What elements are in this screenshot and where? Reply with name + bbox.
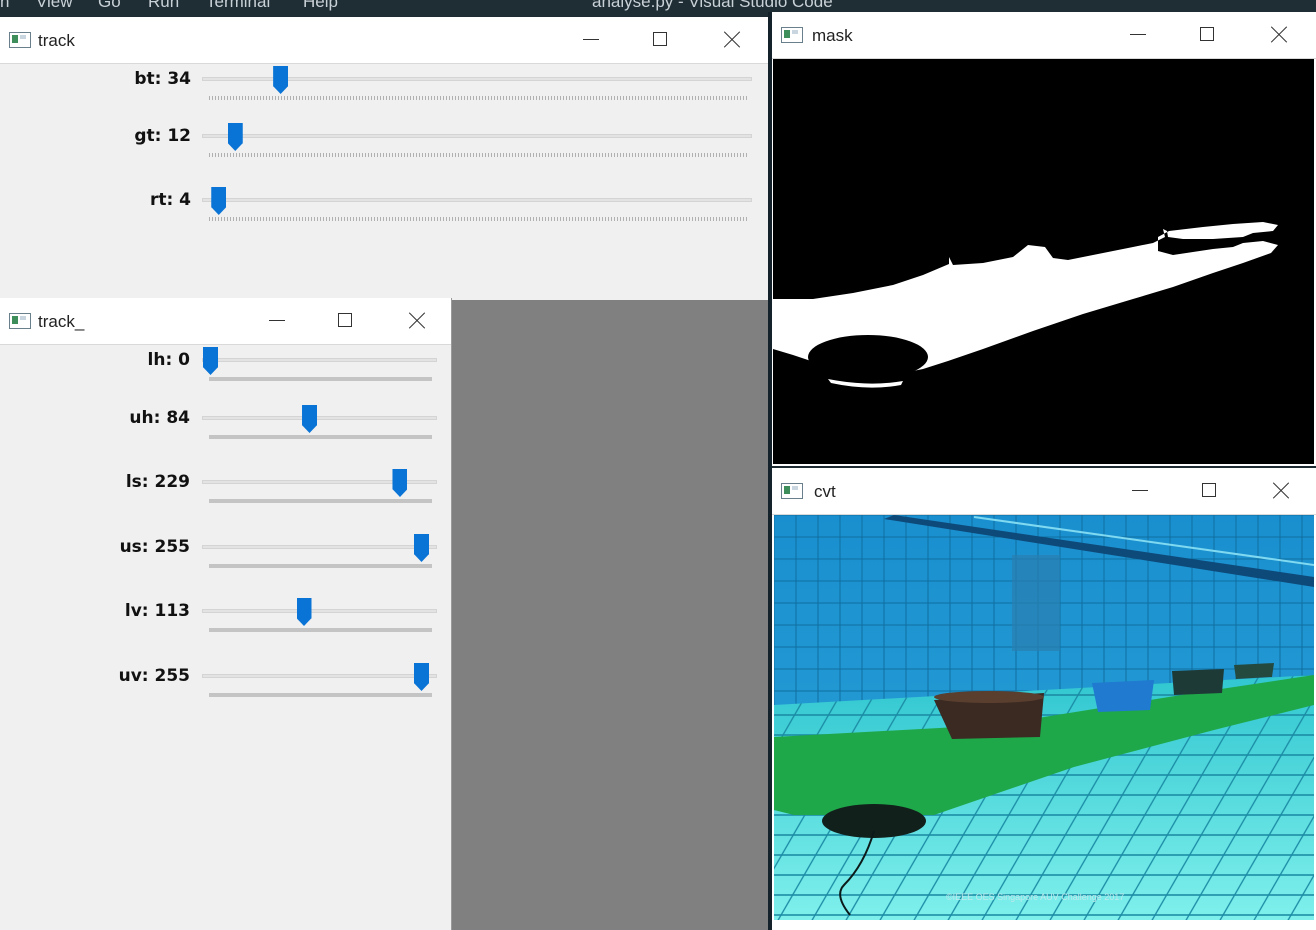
mask-shape [773,222,1278,388]
trackbar-label: uv: 255 [118,666,190,686]
window-title: cvt [814,482,836,501]
trackbar-label: rt: 4 [149,190,191,210]
trackbar-thumb[interactable] [273,66,289,94]
track-window: track bt: 34 gt: 12 rt: 4 [0,17,768,300]
menu-item-n[interactable]: n [0,0,9,12]
trackbar-label: gt: 12 [134,126,191,146]
menu-item-help[interactable]: Help [303,0,338,12]
trackbar-row: rt: 4 [0,187,768,250]
close-icon[interactable] [405,309,429,333]
window-title: track_ [38,312,85,331]
trackbar-thumb[interactable] [227,123,243,151]
close-icon[interactable] [1269,479,1293,503]
opencv-window-icon [9,313,31,329]
trackbar-ticks [209,217,747,221]
watermark-text: ©IEEE OES Singapore AUV Challenge 2017 [946,892,1124,902]
trackbar-groove[interactable] [202,198,752,202]
trackbar-label: bt: 34 [134,69,191,89]
menu-item-go[interactable]: Go [98,0,121,12]
menu-item-run[interactable]: Run [148,0,179,12]
maximize-icon[interactable] [334,309,358,333]
trackbar-ticks [209,693,432,697]
trackbar-row: lh: 0 [0,347,451,410]
trackbar-row: ls: 229 [0,469,451,532]
minimize-icon[interactable] [1127,23,1151,47]
maximize-icon[interactable] [1198,479,1222,503]
mask-image [773,59,1314,464]
trackbar-groove[interactable] [202,674,437,678]
trackbar-thumb[interactable] [302,405,318,433]
cvt-image: ©IEEE OES Singapore AUV Challenge 2017 [774,515,1314,920]
desktop-backdrop [452,300,768,930]
trackbar-row: bt: 34 [0,66,768,129]
trackbar-ticks [209,96,747,100]
trackbar-ticks [209,628,432,632]
underwater-scene: ©IEEE OES Singapore AUV Challenge 2017 [774,515,1314,920]
mask-window: mask [772,12,1316,466]
trackbar-groove[interactable] [202,416,437,420]
close-icon[interactable] [720,28,744,52]
trackbar-thumb[interactable] [414,663,429,691]
trackbar-row: lv: 113 [0,598,451,661]
trackbar-ticks [209,153,747,157]
trackbar-thumb[interactable] [414,534,429,562]
minimize-icon[interactable] [1129,479,1153,503]
trackbar-thumb[interactable] [392,469,408,497]
trackbar-groove[interactable] [202,358,437,362]
trackbar-groove[interactable] [202,545,437,549]
maximize-icon[interactable] [1196,23,1220,47]
minimize-icon[interactable] [580,28,604,52]
trackbar-label: us: 255 [119,537,190,557]
track-titlebar[interactable]: track [0,17,768,64]
maximize-icon[interactable] [649,28,673,52]
trackbar-row: gt: 12 [0,123,768,186]
menu-item-view[interactable]: View [36,0,73,12]
menu-item-terminal[interactable]: Terminal [206,0,270,12]
trackbar-ticks [209,435,432,439]
opencv-window-icon [9,32,31,48]
trackbar-thumb[interactable] [211,187,227,215]
trackbar-label: ls: 229 [125,472,190,492]
opencv-window-icon [781,27,803,43]
trackbar-ticks [209,564,432,568]
trackbar-thumb[interactable] [296,598,312,626]
trackbar-thumb[interactable] [203,347,218,375]
trackbar-groove[interactable] [202,134,752,138]
trackbar-row: uh: 84 [0,405,451,468]
vscode-window-title: analyse.py - Visual Studio Code [592,0,833,11]
window-title: track [38,31,75,50]
mask-titlebar[interactable]: mask [772,12,1316,59]
trackbar-label: lh: 0 [147,350,190,370]
track-underscore-window: track_ lh: 0 uh: 84 ls: 229 us: 255 lv: 113 u… [0,298,452,930]
close-icon[interactable] [1267,23,1291,47]
trackbar-groove[interactable] [202,609,437,613]
track-underscore-titlebar[interactable]: track_ [0,298,451,345]
trackbar-ticks [209,377,432,381]
trackbar-label: lv: 113 [124,601,190,621]
cvt-window: cvt ©IEEE OES Singapore AUV Challenge 20… [772,468,1316,930]
window-title: mask [812,26,853,45]
trackbar-row: uv: 255 [0,663,451,726]
trackbar-row: us: 255 [0,534,451,597]
minimize-icon[interactable] [266,309,290,333]
trackbar-ticks [209,499,432,503]
cvt-titlebar[interactable]: cvt [772,468,1316,515]
trackbar-label: uh: 84 [129,408,190,428]
opencv-window-icon [781,483,803,499]
